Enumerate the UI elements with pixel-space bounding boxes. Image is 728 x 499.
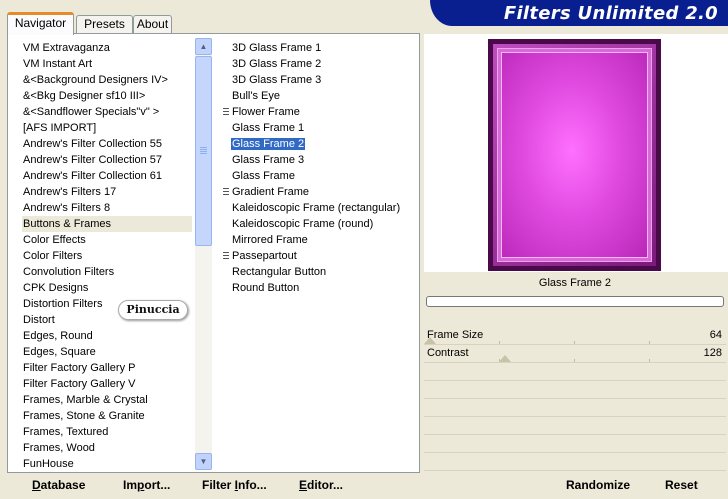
filter-item[interactable]: Mirrored Frame <box>222 232 418 248</box>
filter-item[interactable]: Glass Frame 3 <box>222 152 418 168</box>
tab-about[interactable]: About <box>133 15 172 34</box>
editor-button[interactable]: Editor... <box>299 476 343 494</box>
empty-slider-row <box>424 399 726 417</box>
category-item[interactable]: &<Background Designers IV> <box>22 72 192 88</box>
empty-slider-row <box>424 417 726 435</box>
category-item[interactable]: Frames, Stone & Granite <box>22 408 192 424</box>
import-button[interactable]: Import... <box>123 476 170 494</box>
category-item[interactable]: Color Effects <box>22 232 192 248</box>
filter-item[interactable]: Kaleidoscopic Frame (round) <box>222 216 418 232</box>
filter-item-label: Glass Frame 1 <box>232 122 305 134</box>
filter-item-label: Round Button <box>232 282 300 294</box>
filter-item-label: Gradient Frame <box>232 186 310 198</box>
filter-item[interactable]: Gradient Frame <box>222 184 418 200</box>
group-grip-icon <box>223 252 229 259</box>
filter-item[interactable]: Round Button <box>222 280 418 296</box>
filter-item[interactable]: 3D Glass Frame 2 <box>222 56 418 72</box>
category-item[interactable]: VM Extravaganza <box>22 40 192 56</box>
slider-value: 128 <box>703 347 722 359</box>
category-item[interactable]: Convolution Filters <box>22 264 192 280</box>
category-item[interactable]: Andrew's Filter Collection 57 <box>22 152 192 168</box>
tab-navigator[interactable]: Navigator <box>7 12 74 35</box>
filter-item[interactable]: Glass Frame <box>222 168 418 184</box>
empty-slider-row <box>424 435 726 453</box>
category-item[interactable]: &<Sandflower Specials"v" > <box>22 104 192 120</box>
category-item[interactable]: FunHouse <box>22 456 192 472</box>
category-item[interactable]: Frames, Textured <box>22 424 192 440</box>
filter-item-label: Mirrored Frame <box>232 234 308 246</box>
empty-slider-row <box>424 363 726 381</box>
filter-info-button[interactable]: Filter Info... <box>202 476 267 494</box>
group-grip-icon <box>223 188 229 195</box>
category-item[interactable]: Andrew's Filters 17 <box>22 184 192 200</box>
category-item[interactable]: VM Instant Art <box>22 56 192 72</box>
category-item[interactable]: Frames, Wood <box>22 440 192 456</box>
category-item[interactable]: Color Filters <box>22 248 192 264</box>
filter-item[interactable]: Glass Frame 1 <box>222 120 418 136</box>
slider-contrast[interactable]: Contrast 128 <box>424 345 726 363</box>
tab-presets[interactable]: Presets <box>76 15 133 34</box>
progress-bar <box>426 296 724 307</box>
category-item[interactable]: Andrew's Filter Collection 55 <box>22 136 192 152</box>
filter-item[interactable]: Flower Frame <box>222 104 418 120</box>
app-title: Filters Unlimited 2.0 <box>503 3 718 24</box>
slider-frame-size[interactable]: Frame Size 64 <box>424 327 726 345</box>
category-item[interactable]: Buttons & Frames <box>22 216 192 232</box>
parameter-sliders: Frame Size 64 Contrast 128 <box>424 327 726 489</box>
preview-image <box>488 39 661 271</box>
watermark-badge: Pinuccia <box>118 300 188 320</box>
database-button[interactable]: Database <box>32 476 85 494</box>
scroll-thumb[interactable] <box>195 56 212 246</box>
randomize-button[interactable]: Randomize <box>566 476 630 494</box>
filter-item[interactable]: Glass Frame 2 <box>222 136 418 152</box>
slider-value: 64 <box>709 329 722 341</box>
category-list[interactable]: VM Extravaganza VM Instant Art &<Backgroun… <box>22 40 192 472</box>
filter-item-label: 3D Glass Frame 1 <box>232 42 322 54</box>
filter-item-label: Kaleidoscopic Frame (round) <box>232 218 374 230</box>
filter-item-label: Glass Frame <box>232 170 295 182</box>
filter-item-label: 3D Glass Frame 3 <box>232 74 322 86</box>
category-scrollbar[interactable]: ▲ ▼ <box>195 38 212 470</box>
scroll-up-button[interactable]: ▲ <box>195 38 212 55</box>
category-item[interactable]: Edges, Square <box>22 344 192 360</box>
filter-item[interactable]: 3D Glass Frame 3 <box>222 72 418 88</box>
filter-item-label: Bull's Eye <box>232 90 280 102</box>
slider-handle[interactable] <box>424 337 436 344</box>
filter-item[interactable]: Kaleidoscopic Frame (rectangular) <box>222 200 418 216</box>
filter-item[interactable]: Passepartout <box>222 248 418 264</box>
filter-item[interactable]: Rectangular Button <box>222 264 418 280</box>
category-item[interactable]: &<Bkg Designer sf10 III> <box>22 88 192 104</box>
category-item[interactable]: CPK Designs <box>22 280 192 296</box>
scroll-down-button[interactable]: ▼ <box>195 453 212 470</box>
category-item[interactable]: Andrew's Filter Collection 61 <box>22 168 192 184</box>
filter-item[interactable]: 3D Glass Frame 1 <box>222 40 418 56</box>
filter-item-label: Passepartout <box>232 250 297 262</box>
category-item[interactable]: Filter Factory Gallery P <box>22 360 192 376</box>
filter-item-label: Kaleidoscopic Frame (rectangular) <box>232 202 401 214</box>
category-item[interactable]: Filter Factory Gallery V <box>22 376 192 392</box>
filter-item-label: Flower Frame <box>232 106 300 118</box>
empty-slider-row <box>424 381 726 399</box>
group-grip-icon <box>223 108 229 115</box>
filter-list[interactable]: 3D Glass Frame 1 3D Glass Frame 2 3D Glass… <box>222 40 418 296</box>
filter-item-label: 3D Glass Frame 2 <box>232 58 322 70</box>
empty-slider-row <box>424 453 726 471</box>
reset-button[interactable]: Reset <box>665 476 698 494</box>
category-item[interactable]: [AFS IMPORT] <box>22 120 192 136</box>
filter-item-label: Glass Frame 3 <box>232 154 305 166</box>
category-item[interactable]: Andrew's Filters 8 <box>22 200 192 216</box>
filter-item-label: Glass Frame 2 <box>229 137 307 151</box>
slider-label: Contrast <box>427 347 469 359</box>
filter-item-label: Rectangular Button <box>232 266 327 278</box>
slider-handle[interactable] <box>499 355 511 362</box>
filter-item[interactable]: Bull's Eye <box>222 88 418 104</box>
category-item[interactable]: Frames, Marble & Crystal <box>22 392 192 408</box>
preview-caption: Glass Frame 2 <box>538 277 612 289</box>
category-item[interactable]: Edges, Round <box>22 328 192 344</box>
title-banner: Filters Unlimited 2.0 <box>430 0 728 26</box>
